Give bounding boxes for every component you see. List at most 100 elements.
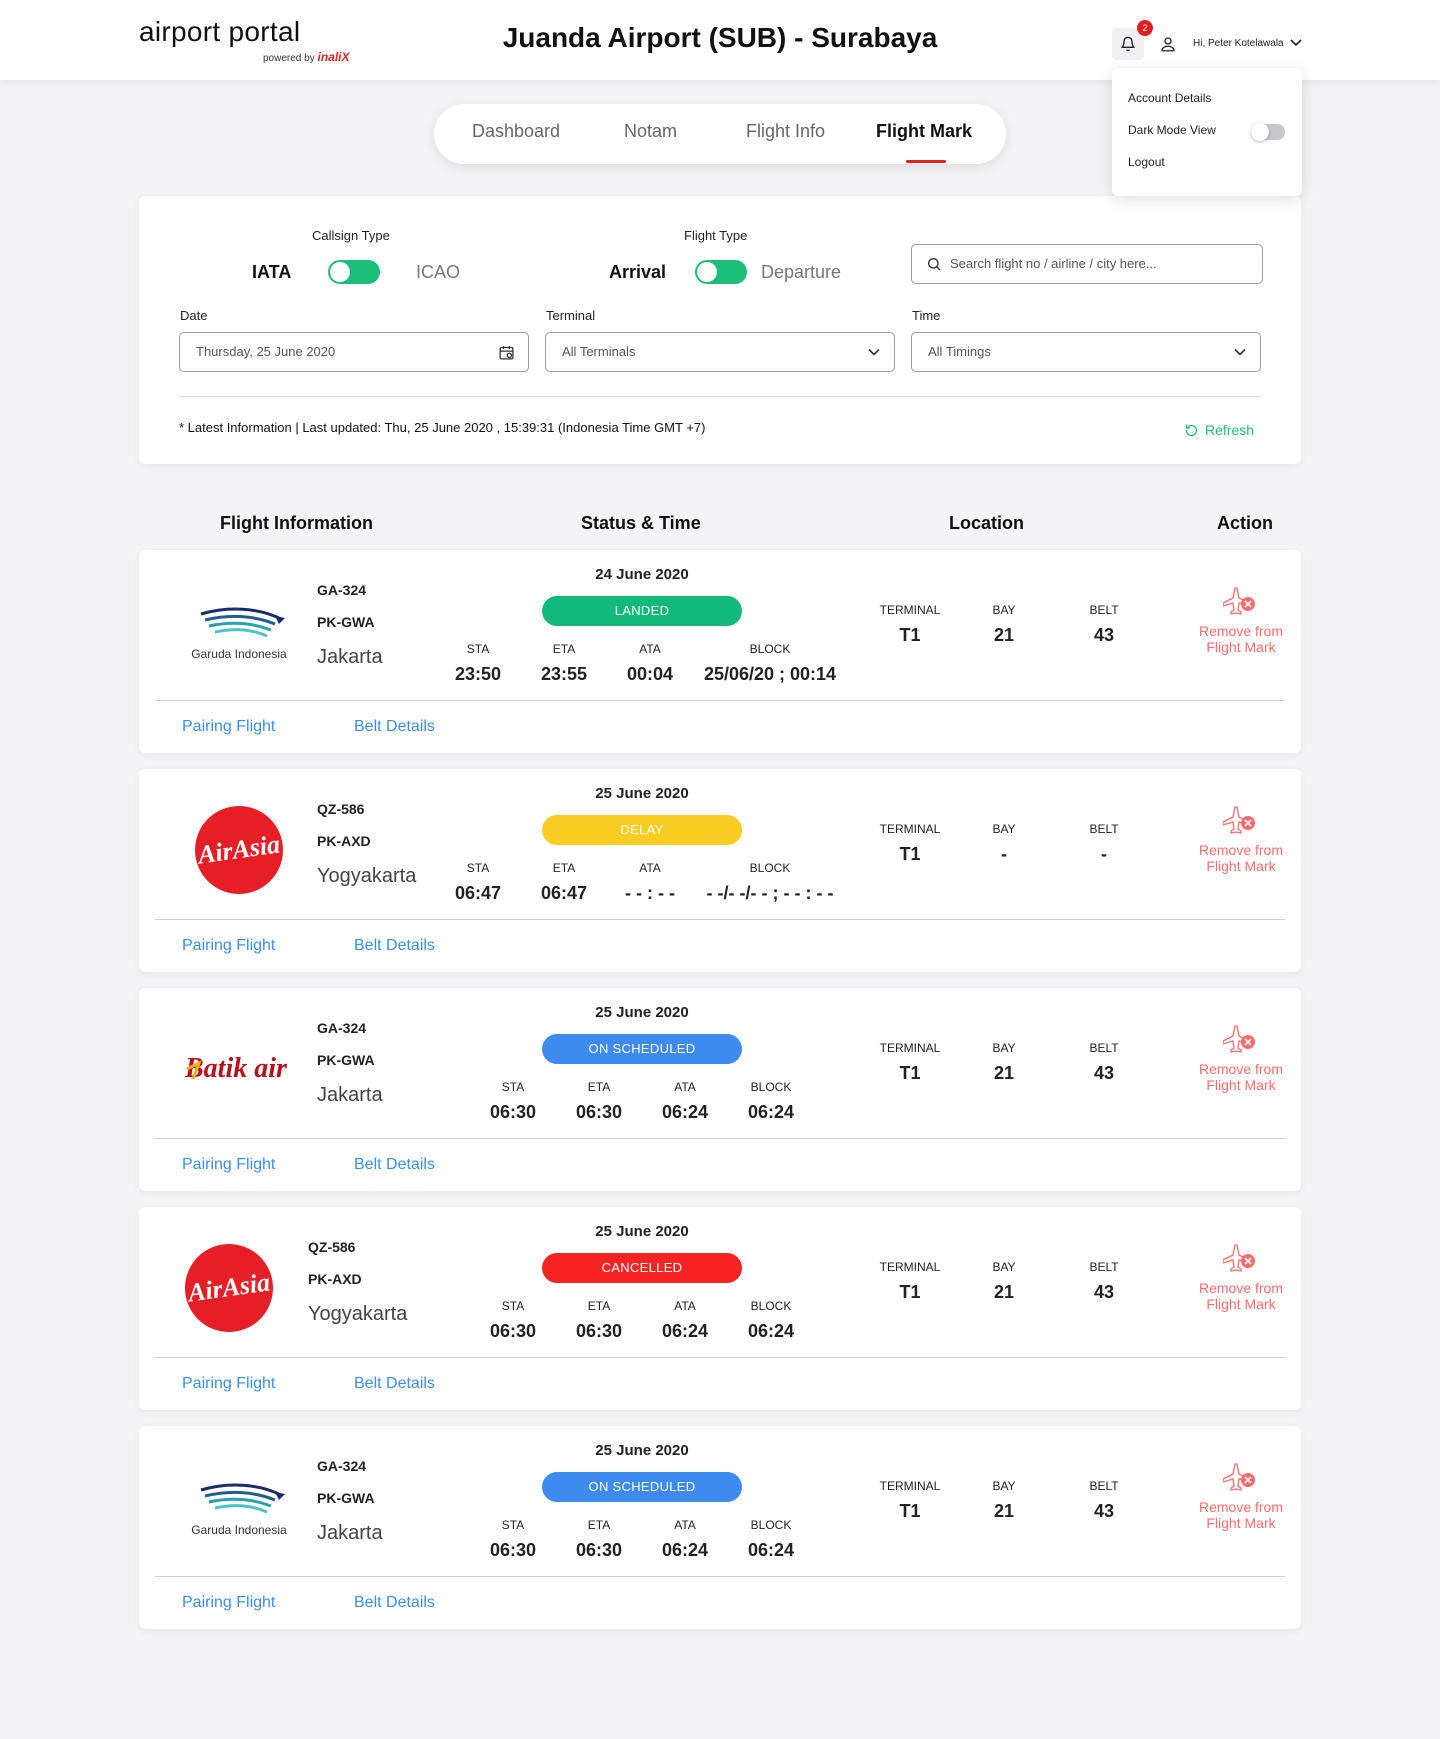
sta-label: STA: [501, 1080, 525, 1094]
user-icon: [1161, 37, 1175, 52]
search-input[interactable]: Search flight no / airline / city here..…: [911, 244, 1263, 284]
menu-account-details[interactable]: Account Details: [1128, 91, 1211, 105]
sta-label: STA: [501, 1299, 525, 1313]
flight-type-arrival-label[interactable]: Arrival: [609, 262, 666, 283]
flight-type-toggle[interactable]: [695, 260, 747, 284]
ata-label: ATA: [639, 861, 661, 875]
block-value: - -/- -/- - ; - - : - -: [706, 883, 834, 903]
refresh-button[interactable]: Refresh: [1184, 422, 1254, 438]
chevron-down-icon[interactable]: [1290, 38, 1302, 48]
terminal-value: T1: [899, 844, 921, 864]
tab-flight-info[interactable]: Flight Info: [746, 121, 825, 142]
belt-details-link[interactable]: Belt Details: [354, 1156, 435, 1174]
sta-label: STA: [466, 861, 490, 875]
bay-label: BAY: [992, 1479, 1016, 1493]
user-avatar-button[interactable]: [1152, 28, 1184, 60]
flight-number: GA-324: [317, 1020, 367, 1036]
remove-flight-mark-button[interactable]: Remove from Flight Mark: [1191, 1462, 1291, 1531]
tab-dashboard[interactable]: Dashboard: [472, 121, 560, 142]
terminal-value: T1: [899, 1063, 921, 1083]
last-updated-text: * Latest Information | Last updated: Thu…: [179, 420, 706, 435]
remove-line2: Flight Mark: [1206, 1515, 1276, 1531]
belt-details-link[interactable]: Belt Details: [354, 718, 435, 736]
flight-number: GA-324: [317, 1458, 367, 1474]
bay-value: 21: [993, 1501, 1015, 1521]
remove-flight-mark-button[interactable]: Remove from Flight Mark: [1191, 1024, 1291, 1093]
remove-line1: Remove from: [1198, 1499, 1284, 1515]
remove-line2: Flight Mark: [1206, 1077, 1276, 1093]
pairing-flight-link[interactable]: Pairing Flight: [182, 718, 275, 736]
pairing-flight-link[interactable]: Pairing Flight: [182, 1156, 275, 1174]
terminal-label: TERMINAL: [879, 603, 941, 617]
remove-line2: Flight Mark: [1206, 639, 1276, 655]
origin-city: Jakarta: [317, 1522, 383, 1544]
airline-logo: Garuda Indonesia: [179, 1452, 299, 1562]
card-divider: [155, 919, 1285, 920]
remove-flight-mark-button[interactable]: Remove from Flight Mark: [1191, 586, 1291, 655]
calendar-icon[interactable]: [498, 344, 515, 361]
ata-label: ATA: [674, 1518, 696, 1532]
origin-city: Jakarta: [317, 646, 383, 668]
terminal-select[interactable]: All Terminals: [545, 332, 895, 372]
column-location: Location: [949, 513, 1024, 533]
remove-line2: Flight Mark: [1206, 1296, 1276, 1312]
belt-value: 43: [1093, 1501, 1115, 1521]
active-tab-indicator: [906, 160, 946, 163]
pairing-flight-link[interactable]: Pairing Flight: [182, 937, 275, 955]
date-picker[interactable]: Thursday, 25 June 2020: [179, 332, 529, 372]
card-divider: [155, 700, 1285, 701]
flight-card: AirAsia QZ-586 PK-AXD Yogyakarta 25 June 20…: [139, 1207, 1301, 1410]
airasia-logo: AirAsia: [184, 1244, 273, 1332]
belt-details-link[interactable]: Belt Details: [354, 1594, 435, 1612]
remove-flight-icon: [1222, 1025, 1255, 1053]
callsign-type-toggle[interactable]: [328, 260, 380, 284]
filter-panel: Callsign Type IATA ICAO Flight Type Arri…: [139, 196, 1301, 464]
status-badge: ON SCHEDULED: [542, 1034, 742, 1064]
belt-label: BELT: [1089, 822, 1119, 836]
belt-label: BELT: [1089, 1041, 1119, 1055]
tab-flight-mark[interactable]: Flight Mark: [876, 121, 972, 142]
terminal-label: TERMINAL: [879, 1479, 941, 1493]
menu-logout[interactable]: Logout: [1128, 155, 1165, 169]
belt-label: BELT: [1089, 1260, 1119, 1274]
remove-line2: Flight Mark: [1206, 858, 1276, 874]
airline-logo: AirAsia: [169, 1233, 289, 1343]
time-label: Time: [912, 308, 941, 323]
notification-badge: 2: [1137, 20, 1153, 36]
bay-value: 21: [993, 1063, 1015, 1083]
aircraft-registration: PK-AXD: [308, 1271, 362, 1287]
flight-number: GA-324: [317, 582, 367, 598]
user-greeting[interactable]: Hi, Peter Kotelawala: [1193, 38, 1284, 49]
callsign-iata-label[interactable]: IATA: [252, 262, 291, 283]
belt-details-link[interactable]: Belt Details: [354, 1375, 435, 1393]
card-divider: [155, 1357, 1285, 1358]
status-badge: LANDED: [542, 596, 742, 626]
time-select[interactable]: All Timings: [911, 332, 1261, 372]
belt-value: 43: [1093, 625, 1115, 645]
dark-mode-toggle[interactable]: [1251, 123, 1285, 141]
user-menu-dropdown: Account Details Dark Mode View Logout: [1112, 68, 1302, 196]
flight-number: QZ-586: [308, 1239, 356, 1255]
time-value: All Timings: [928, 344, 991, 359]
callsign-icao-label[interactable]: ICAO: [416, 262, 460, 283]
block-label: BLOCK: [750, 1299, 792, 1313]
pairing-flight-link[interactable]: Pairing Flight: [182, 1594, 275, 1612]
column-action: Action: [1217, 513, 1273, 533]
airasia-logo: AirAsia: [194, 806, 283, 894]
refresh-label: Refresh: [1205, 422, 1255, 438]
menu-dark-mode[interactable]: Dark Mode View: [1128, 123, 1216, 137]
block-value: 06:24: [747, 1102, 795, 1122]
tab-notam[interactable]: Notam: [624, 121, 677, 142]
remove-flight-mark-button[interactable]: Remove from Flight Mark: [1191, 1243, 1291, 1312]
flight-type-departure-label[interactable]: Departure: [761, 262, 841, 283]
bay-label: BAY: [992, 1041, 1016, 1055]
remove-flight-mark-button[interactable]: Remove from Flight Mark: [1191, 805, 1291, 874]
flight-date: 25 June 2020: [595, 1004, 689, 1021]
terminal-label: TERMINAL: [879, 1260, 941, 1274]
flight-date: 25 June 2020: [595, 785, 689, 802]
bay-value: 21: [993, 625, 1015, 645]
pairing-flight-link[interactable]: Pairing Flight: [182, 1375, 275, 1393]
belt-details-link[interactable]: Belt Details: [354, 937, 435, 955]
ata-label: ATA: [674, 1299, 696, 1313]
flight-card: AirAsia QZ-586 PK-AXD Yogyakarta 25 June 20…: [139, 769, 1301, 972]
